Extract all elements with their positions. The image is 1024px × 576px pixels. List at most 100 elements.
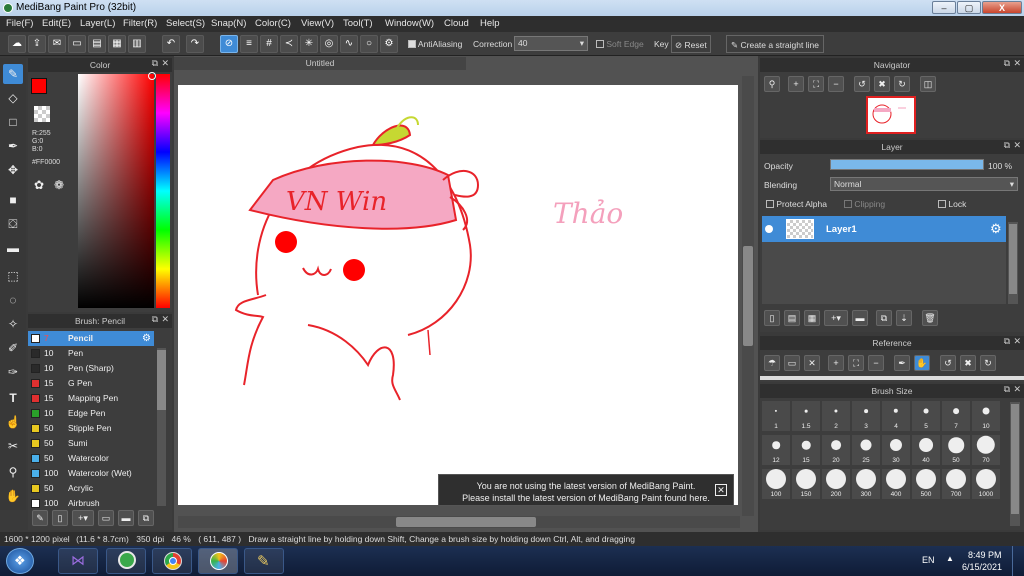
layer-row[interactable]: Layer1 ⚙ xyxy=(762,216,1006,242)
new-halftone-layer-icon[interactable]: ▤ xyxy=(784,310,800,326)
paint-icon[interactable]: ✎ xyxy=(244,548,284,574)
snap-off-icon[interactable]: ⊘ xyxy=(220,35,238,53)
lasso-tool-icon[interactable]: ◌ xyxy=(3,290,23,310)
brush-size-cell[interactable]: 5 xyxy=(912,401,940,431)
brush-item[interactable]: 50 Sumi xyxy=(28,436,154,451)
rotate-right-icon[interactable]: ↻ xyxy=(980,355,996,371)
brush-list-scrollbar[interactable] xyxy=(157,348,166,506)
menu-layer[interactable]: Layer(L) xyxy=(80,18,115,29)
close-button[interactable]: X xyxy=(982,1,1022,14)
zoom-icon[interactable]: ⚲ xyxy=(764,76,780,92)
straight-line-button[interactable]: ✎ Create a straight line xyxy=(726,35,824,53)
brush-size-cell[interactable]: 3 xyxy=(852,401,880,431)
menu-view[interactable]: View(V) xyxy=(301,18,334,29)
close-icon[interactable]: ✕ xyxy=(1013,140,1021,151)
snap-grid-icon[interactable]: # xyxy=(260,35,278,53)
chrome-icon[interactable] xyxy=(152,548,192,574)
canvas-horizontal-scrollbar[interactable] xyxy=(178,516,740,528)
brush-item[interactable]: 10 Pen (Sharp) xyxy=(28,361,154,376)
canvas-tab[interactable]: Untitled xyxy=(174,57,466,70)
brush-folder-icon[interactable]: ▭ xyxy=(98,510,114,526)
menu-tool[interactable]: Tool(T) xyxy=(343,18,373,29)
brush-size-cell[interactable]: 1 xyxy=(762,401,790,431)
expand-icon[interactable]: ⧉ xyxy=(152,58,158,69)
clock-date[interactable]: 6/15/2021 xyxy=(962,562,1002,572)
brush-item[interactable]: 50 Stipple Pen xyxy=(28,421,154,436)
expand-icon[interactable]: ⧉ xyxy=(1004,58,1010,69)
brush-item[interactable]: 10 Edge Pen xyxy=(28,406,154,421)
antialias-checkbox[interactable]: AntiAliasing xyxy=(408,39,462,49)
brush-item[interactable]: 7 Pencil ⚙ xyxy=(28,331,154,346)
brush-size-cell[interactable]: 7 xyxy=(942,401,970,431)
snap-settings-icon[interactable]: ⚙ xyxy=(380,35,398,53)
menu-window[interactable]: Window(W) xyxy=(385,18,434,29)
brush-tool-icon[interactable]: ✎ xyxy=(3,64,23,84)
brush-size-cell[interactable]: 20 xyxy=(822,435,850,465)
brush-item[interactable]: 10 Pen xyxy=(28,346,154,361)
brush-size-cell[interactable]: 70 xyxy=(972,435,1000,465)
brush-size-cell[interactable]: 700 xyxy=(942,469,970,499)
brush-size-cell[interactable]: 150 xyxy=(792,469,820,499)
rotate-left-icon[interactable]: ↺ xyxy=(940,355,956,371)
close-reference-icon[interactable]: ✕ xyxy=(804,355,820,371)
menu-color[interactable]: Color(C) xyxy=(255,18,291,29)
brush-size-cell[interactable]: 400 xyxy=(882,469,910,499)
transparent-swatch[interactable] xyxy=(34,106,50,122)
comment-icon[interactable]: ✉ xyxy=(48,35,66,53)
duplicate-layer-icon[interactable]: ⧉ xyxy=(876,310,892,326)
share-icon[interactable]: ⇪ xyxy=(28,35,46,53)
save-icon[interactable]: ▤ xyxy=(88,35,106,53)
brush-size-cell[interactable]: 1.5 xyxy=(792,401,820,431)
layer-scrollbar[interactable] xyxy=(1008,222,1018,304)
reset-button[interactable]: ⊘ Reset xyxy=(671,35,711,53)
zoom-out-icon[interactable]: − xyxy=(828,76,844,92)
primary-color-swatch[interactable] xyxy=(31,78,47,94)
new-layer-icon[interactable]: ▯ xyxy=(764,310,780,326)
brush-size-cell[interactable]: 4 xyxy=(882,401,910,431)
medibang-icon[interactable] xyxy=(198,548,238,574)
snap-ellipse-icon[interactable]: ○ xyxy=(360,35,378,53)
brush-item[interactable]: 100 Watercolor (Wet) xyxy=(28,466,154,481)
brush-size-cell[interactable]: 12 xyxy=(762,435,790,465)
clipping-checkbox[interactable]: Clipping xyxy=(844,199,885,209)
brush-size-cell[interactable]: 25 xyxy=(852,435,880,465)
rotate-right-icon[interactable]: ↻ xyxy=(894,76,910,92)
brush-item[interactable]: 50 Watercolor xyxy=(28,451,154,466)
reference-cloud-icon[interactable]: ☂ xyxy=(764,355,780,371)
flip-icon[interactable]: ◫ xyxy=(920,76,936,92)
dot-tool-icon[interactable]: □ xyxy=(3,112,23,132)
snap-parallel-icon[interactable]: ≡ xyxy=(240,35,258,53)
snap-curve-icon[interactable]: ∿ xyxy=(340,35,358,53)
saturation-picker[interactable] xyxy=(78,74,154,308)
new-file-icon[interactable]: ▭ xyxy=(68,35,86,53)
menu-cloud[interactable]: Cloud xyxy=(444,18,469,29)
close-notice-icon[interactable]: ✕ xyxy=(715,484,727,496)
menu-snap[interactable]: Snap(N) xyxy=(211,18,246,29)
close-icon[interactable]: ✕ xyxy=(1013,58,1021,69)
bucket-tool-icon[interactable]: ⛋ xyxy=(3,214,23,234)
copy-brush-icon[interactable]: ⧉ xyxy=(138,510,154,526)
brush-size-cell[interactable]: 15 xyxy=(792,435,820,465)
divide-tool-icon[interactable]: ✂ xyxy=(3,436,23,456)
maximize-button[interactable]: ▢ xyxy=(957,1,981,14)
brush-item[interactable]: 15 G Pen xyxy=(28,376,154,391)
update-notice[interactable]: You are not using the latest version of … xyxy=(438,474,734,506)
rotate-reset-icon[interactable]: ✖ xyxy=(960,355,976,371)
brush-settings-icon[interactable]: ✎ xyxy=(32,510,48,526)
operation-tool-icon[interactable]: ☝ xyxy=(3,412,23,432)
close-icon[interactable]: ✕ xyxy=(1013,336,1021,347)
canvas-vertical-scrollbar[interactable] xyxy=(742,76,754,516)
magic-wand-tool-icon[interactable]: ✧ xyxy=(3,314,23,334)
document-icon[interactable]: ▥ xyxy=(128,35,146,53)
expand-icon[interactable]: ⧉ xyxy=(1004,140,1010,151)
brush-size-cell[interactable]: 30 xyxy=(882,435,910,465)
soft-edge-checkbox[interactable]: Soft Edge xyxy=(596,39,644,49)
reference-scrollbar[interactable] xyxy=(760,376,1024,380)
menu-file[interactable]: File(F) xyxy=(6,18,33,29)
protect-alpha-checkbox[interactable]: Protect Alpha xyxy=(766,199,827,209)
open-folder-icon[interactable]: ▭ xyxy=(784,355,800,371)
hue-slider[interactable] xyxy=(156,74,170,308)
menu-select[interactable]: Select(S) xyxy=(166,18,205,29)
menu-filter[interactable]: Filter(R) xyxy=(123,18,157,29)
palette-icon[interactable]: ✿ xyxy=(34,178,50,194)
